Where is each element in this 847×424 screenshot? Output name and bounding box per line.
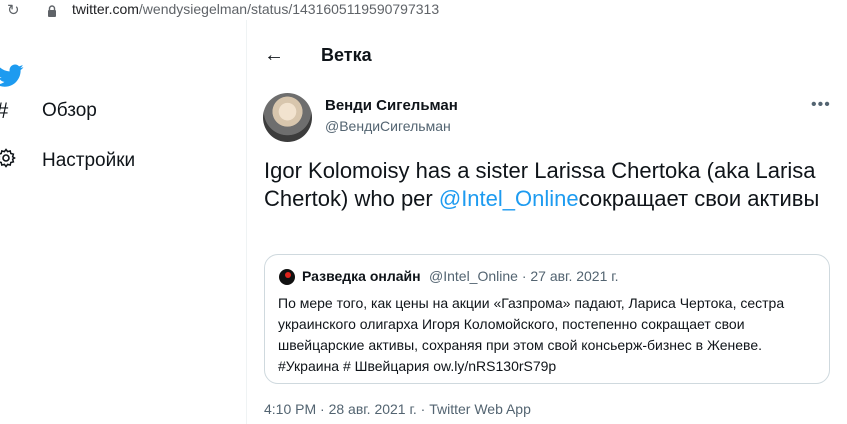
nav-label-settings: Настройки bbox=[42, 150, 136, 171]
reload-icon[interactable]: ↻ bbox=[7, 1, 20, 19]
quoted-account-logo bbox=[279, 269, 295, 285]
url-host: twitter.com bbox=[72, 1, 139, 17]
page-title: Ветка bbox=[321, 45, 372, 65]
hash-icon: # bbox=[0, 98, 8, 124]
author-name[interactable]: Венди Сигельман bbox=[325, 97, 458, 114]
twitter-logo-icon[interactable] bbox=[0, 64, 24, 93]
quoted-account-name: Разведка онлайн bbox=[302, 268, 421, 284]
quoted-tweet-text: По мере того, как цены на акции «Газпром… bbox=[278, 295, 785, 374]
mention-link[interactable]: @Intel_Online bbox=[439, 186, 579, 211]
more-options-icon[interactable]: ••• bbox=[811, 96, 831, 114]
gear-icon bbox=[0, 148, 16, 174]
tweet-timestamp[interactable]: 4:10 PM · 28 авг. 2021 г. · Twitter Web … bbox=[264, 401, 531, 417]
left-navigation: # Обзор Настройки bbox=[0, 20, 246, 424]
tweet-text: Igor Kolomoisy has a sister Larissa Cher… bbox=[264, 157, 834, 213]
avatar[interactable] bbox=[263, 93, 312, 142]
column-divider bbox=[246, 20, 247, 424]
browser-address-bar[interactable]: ↻ twitter.com/wendysiegelman/status/1431… bbox=[0, 0, 847, 20]
quoted-tweet-card[interactable]: Разведка онлайн @Intel_Online · 27 авг. … bbox=[264, 254, 830, 384]
nav-label-explore: Обзор bbox=[42, 100, 97, 121]
author-handle[interactable]: @ВендиСигельман bbox=[325, 118, 451, 134]
quoted-handle-and-date: @Intel_Online · 27 авг. 2021 г. bbox=[429, 268, 619, 284]
url-text[interactable]: twitter.com/wendysiegelman/status/143160… bbox=[72, 1, 439, 17]
tweet-text-part2: сокращает свои активы bbox=[578, 186, 820, 211]
back-arrow-icon[interactable]: ← bbox=[264, 44, 284, 67]
url-path: /wendysiegelman/status/14316051195907973… bbox=[138, 1, 440, 17]
